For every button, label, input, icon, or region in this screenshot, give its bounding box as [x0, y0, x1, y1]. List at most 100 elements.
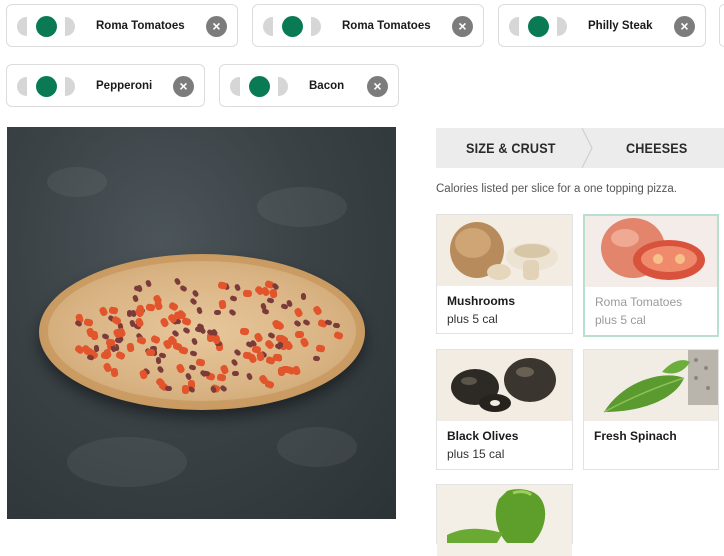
placement-selector[interactable] — [509, 16, 567, 37]
whole-pizza-icon[interactable] — [36, 76, 57, 97]
pizza-topping-piece — [229, 295, 238, 302]
pizza-toppings-layer — [48, 261, 356, 401]
pizza-topping-piece — [188, 363, 197, 371]
pizza-topping-piece — [179, 284, 188, 293]
pizza-topping-piece — [181, 326, 191, 335]
chip-label: Bacon — [309, 80, 345, 92]
pizza-topping-piece — [256, 351, 265, 362]
chip-label: Roma Tomatoes — [342, 20, 431, 32]
right-half-icon[interactable] — [65, 17, 75, 36]
pizza-topping-piece — [173, 276, 181, 286]
green-peppers-image — [437, 485, 572, 556]
left-half-icon[interactable] — [17, 77, 27, 96]
pizza-topping-piece — [231, 370, 239, 376]
topping-chip: Pepperoni × — [6, 64, 205, 107]
topping-card-green-peppers[interactable] — [436, 484, 573, 556]
topping-chip: Bacon × — [219, 64, 399, 107]
pizza-topping-piece — [332, 322, 340, 329]
tab-cheeses[interactable]: CHEESES — [626, 128, 687, 168]
pizza-topping-piece — [312, 355, 320, 362]
remove-icon[interactable]: × — [452, 16, 473, 37]
pizza-topping-piece — [133, 285, 142, 292]
topping-card-roma-tomatoes[interactable]: Roma Tomatoes plus 5 cal — [583, 214, 719, 337]
pizza-topping-piece — [302, 318, 311, 327]
pizza-topping-piece — [165, 386, 173, 392]
pizza-topping-piece — [332, 330, 344, 341]
right-half-icon[interactable] — [278, 77, 288, 96]
pizza-topping-piece — [196, 306, 204, 315]
topping-calories: plus 5 cal — [595, 313, 646, 327]
left-half-icon[interactable] — [509, 17, 519, 36]
topping-calories: plus 15 cal — [447, 447, 505, 461]
pizza-topping-piece — [233, 283, 241, 292]
topping-card-black-olives[interactable]: Black Olives plus 15 cal — [436, 349, 573, 470]
pizza-topping-piece — [216, 373, 227, 382]
whole-pizza-icon[interactable] — [528, 16, 549, 37]
whole-pizza-icon[interactable] — [282, 16, 303, 37]
remove-icon[interactable]: × — [173, 76, 194, 97]
pizza-topping-piece — [178, 345, 189, 355]
chip-label: Pepperoni — [96, 80, 153, 92]
category-tabs: SIZE & CRUST CHEESES — [436, 128, 724, 168]
pizza-topping-piece — [126, 342, 135, 353]
pizza-topping-piece — [131, 294, 139, 303]
pizza-topping-piece — [286, 299, 294, 308]
pizza-topping-piece — [144, 279, 153, 288]
pizza-topping-piece — [293, 319, 303, 328]
pizza-topping-piece — [155, 357, 162, 365]
topping-chip-partial — [719, 4, 724, 47]
remove-icon[interactable]: × — [367, 76, 388, 97]
pizza-topping-piece — [149, 334, 161, 345]
pizza-topping-piece — [315, 343, 326, 353]
placement-selector[interactable] — [230, 76, 288, 97]
topping-name: Mushrooms — [447, 294, 516, 308]
pizza-topping-piece — [189, 297, 198, 306]
placement-selector[interactable] — [263, 16, 321, 37]
tab-size-crust[interactable]: SIZE & CRUST — [466, 128, 556, 168]
pizza-preview-image — [7, 127, 396, 519]
topping-chip: Roma Tomatoes × — [252, 4, 484, 47]
pizza-topping-piece — [233, 348, 243, 357]
right-half-icon[interactable] — [557, 17, 567, 36]
whole-pizza-icon[interactable] — [249, 76, 270, 97]
pizza-topping-piece — [182, 384, 190, 395]
pizza-topping-piece — [300, 293, 307, 301]
pizza-topping-piece — [230, 358, 239, 368]
pizza-topping-piece — [239, 327, 250, 336]
left-half-icon[interactable] — [230, 77, 240, 96]
pizza-topping-piece — [114, 350, 126, 361]
pizza-topping-piece — [245, 372, 253, 381]
fresh-spinach-image — [584, 350, 718, 421]
pizza-topping-piece — [217, 281, 228, 290]
placement-selector[interactable] — [17, 16, 75, 37]
right-half-icon[interactable] — [311, 17, 321, 36]
pizza-topping-piece — [311, 305, 323, 317]
pizza-topping-piece — [218, 299, 227, 310]
pizza-topping-piece — [273, 353, 283, 362]
topping-card-mushrooms[interactable]: Mushrooms plus 5 cal — [436, 214, 573, 334]
mushrooms-image — [437, 215, 572, 286]
calories-note: Calories listed per slice for a one topp… — [436, 183, 677, 195]
pizza-topping-piece — [146, 348, 156, 356]
pizza-topping-piece — [174, 362, 186, 375]
pizza-topping-piece — [293, 307, 304, 319]
roma-tomatoes-image — [585, 216, 717, 287]
left-half-icon[interactable] — [263, 17, 273, 36]
pizza-topping-piece — [85, 353, 95, 361]
pizza-topping-piece — [101, 351, 111, 360]
placement-selector[interactable] — [17, 76, 75, 97]
topping-card-fresh-spinach[interactable]: Fresh Spinach — [583, 349, 719, 470]
topping-name: Roma Tomatoes — [595, 295, 683, 309]
pizza-crust — [39, 254, 365, 410]
remove-icon[interactable]: × — [674, 16, 695, 37]
left-half-icon[interactable] — [17, 17, 27, 36]
whole-pizza-icon[interactable] — [36, 16, 57, 37]
pizza-topping-piece — [135, 335, 147, 346]
black-olives-image — [437, 350, 572, 421]
remove-icon[interactable]: × — [206, 16, 227, 37]
chip-label: Philly Steak — [588, 20, 653, 32]
topping-chip: Philly Steak × — [498, 4, 706, 47]
pizza-topping-piece — [278, 366, 286, 376]
right-half-icon[interactable] — [65, 77, 75, 96]
pizza-topping-piece — [266, 297, 275, 304]
